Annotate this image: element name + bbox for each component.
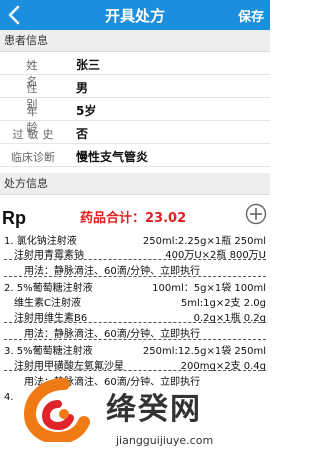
drug-name: 3. 5%葡萄糖注射液 (4, 346, 93, 357)
rx-section-header: 处方信息 (0, 173, 270, 195)
drug-name: 4. (4, 392, 14, 403)
rx-usage: 用法：静脉滴注、60滴/分钟、立即执行 (0, 262, 270, 277)
drug-dose: 250ml:2.25g×1瓶 250ml (142, 236, 266, 247)
brand-logo-icon (24, 378, 90, 442)
diagnosis-value: 慢性支气管炎 (76, 150, 149, 164)
patient-diagnosis-row: 临床诊断 慢性支气管炎 (0, 145, 270, 167)
divider (4, 276, 266, 277)
rx-line[interactable]: 2. 5%葡萄糖注射液 100ml：5g×1袋 100ml (0, 279, 270, 294)
divider (4, 322, 266, 323)
rx-line[interactable]: 1. 氯化钠注射液 250ml:2.25g×1瓶 250ml (0, 232, 270, 247)
gender-value: 男 (76, 81, 89, 95)
drug-name: 维生素C注射液 (14, 298, 81, 309)
rp-label: Rp (2, 208, 26, 228)
drug-dose: 5ml:1g×2支 2.0g (180, 298, 266, 309)
watermark-domain: jiangguijiuye.com (116, 434, 214, 447)
usage-text: 用法：静脉滴注、60滴/分钟、立即执行 (24, 266, 201, 277)
drug-name: 1. 氯化钠注射液 (4, 236, 77, 247)
add-medicine-icon[interactable] (245, 203, 267, 225)
rx-line[interactable]: 维生素C注射液 5ml:1g×2支 2.0g (0, 294, 270, 309)
divider (4, 370, 266, 371)
patient-name-row: 姓名 张三 (0, 53, 270, 88)
rx-line[interactable]: 注射用甲磺酸左氧氟沙星 200mg×2支 0.4g (0, 357, 270, 372)
allergy-value: 否 (76, 127, 89, 141)
watermark-brand: 绛癸网 (106, 392, 202, 427)
page-title: 开具处方 (104, 7, 165, 25)
rx-usage: 用法：静脉滴注、60滴/分钟、立即执行 (0, 325, 270, 340)
age-value: 5岁 (76, 104, 97, 118)
usage-text: 用法：静脉滴注、60滴/分钟、立即执行 (24, 329, 201, 340)
name-value: 张三 (76, 58, 101, 72)
rx-line[interactable]: 注射用维生素B6 0.2g×1瓶 0.2g (0, 309, 270, 324)
drug-dose: 250ml:12.5g×1袋 250ml (142, 346, 266, 357)
rx-line[interactable]: 注射用青霉素钠 400万U×2瓶 800万U (0, 246, 270, 261)
patient-gender-row: 性别 男 (0, 76, 270, 111)
divider (4, 259, 266, 260)
rx-line[interactable]: 3. 5%葡萄糖注射液 250ml:12.5g×1袋 250ml (0, 342, 270, 357)
diagnosis-label: 临床诊断 (11, 151, 55, 164)
patient-section-header: 患者信息 (0, 30, 270, 52)
save-button[interactable]: 保存 (238, 6, 264, 25)
drug-dose: 100ml：5g×1袋 100ml (152, 283, 266, 294)
medicine-total: 药品合计：23.02 (80, 211, 187, 226)
allergy-label: 过敏史 (12, 128, 58, 141)
app-bar: 开具处方 保存 (0, 0, 270, 30)
patient-allergy-row: 过敏史 否 (0, 122, 270, 144)
divider (4, 339, 266, 340)
patient-age-row: 年龄 5岁 (0, 99, 270, 134)
drug-name: 2. 5%葡萄糖注射液 (4, 283, 93, 294)
